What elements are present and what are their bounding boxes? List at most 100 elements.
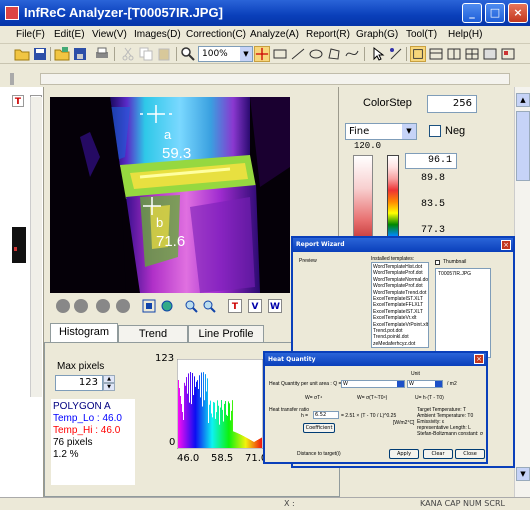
scale-value-input[interactable]: 96.1 (405, 153, 457, 169)
ellipse-tool-icon[interactable] (308, 46, 324, 62)
menu-help[interactable]: Help(H) (448, 29, 482, 40)
polygon-tool-icon[interactable] (326, 46, 342, 62)
splitter-handle[interactable] (10, 73, 14, 85)
thumbnail-checkbox[interactable] (435, 260, 440, 265)
view-mode-6-icon[interactable] (500, 46, 516, 62)
crosshair-point-icon[interactable] (254, 46, 270, 62)
palette-select[interactable]: Fine ▼ (345, 123, 417, 140)
chevron-down-icon[interactable]: ▼ (240, 47, 252, 61)
max-pixels-input[interactable]: 123 (55, 375, 103, 391)
menu-graph[interactable]: Graph(G) (356, 29, 398, 40)
frame-slider[interactable] (40, 73, 510, 85)
list-item[interactable]: ExcelTemplateFFLXLT (373, 302, 427, 308)
histogram-bar (212, 417, 213, 448)
histogram-bar (218, 405, 219, 448)
toolbar-separator (50, 47, 51, 61)
scroll-thumb[interactable] (516, 111, 530, 181)
voice-memo-icon[interactable]: V (248, 299, 262, 313)
print-icon[interactable] (94, 46, 110, 62)
histogram-bar (199, 375, 200, 448)
open-folder-icon[interactable] (14, 46, 30, 62)
zoom-in-icon[interactable] (184, 299, 198, 313)
zoom-select[interactable]: 100% ▼ (198, 46, 253, 62)
list-item[interactable]: WordTemplateProf.dot (373, 270, 427, 276)
zoom-icon[interactable] (180, 46, 196, 62)
close-icon[interactable]: × (501, 240, 511, 250)
menu-file[interactable]: File(F) (16, 29, 45, 40)
first-frame-icon[interactable] (56, 299, 70, 313)
view-mode-2-icon[interactable] (428, 46, 444, 62)
fit-image-icon[interactable] (142, 299, 156, 313)
tab-line-profile[interactable]: Line Profile (188, 325, 264, 343)
list-item[interactable]: zeMedaferhcyz.dot (373, 341, 427, 347)
edit-points-icon[interactable] (388, 46, 404, 62)
paste-icon[interactable] (156, 46, 172, 62)
menu-images[interactable]: Images(D) (134, 29, 181, 40)
zoom-out-icon[interactable] (202, 299, 216, 313)
open-image-icon[interactable] (54, 46, 70, 62)
templates-list[interactable]: WordTemplateHist.dot WordTemplateProf.do… (371, 262, 429, 348)
pointer-icon[interactable] (370, 46, 386, 62)
minimize-button[interactable]: _ (462, 3, 482, 23)
close-icon[interactable]: × (474, 354, 484, 364)
copy-icon[interactable] (138, 46, 154, 62)
chevron-down-icon[interactable]: ▼ (402, 124, 416, 139)
max-pixels-spinner[interactable]: ▲ ▼ (103, 375, 115, 391)
rectangle-tool-icon[interactable] (272, 46, 288, 62)
spin-down-icon[interactable]: ▼ (103, 383, 115, 391)
prev-frame-icon[interactable] (74, 299, 88, 313)
h-value-input[interactable]: 6.52 (313, 411, 339, 419)
image-thumbnail[interactable] (12, 227, 26, 263)
menu-report[interactable]: Report(R) (306, 29, 350, 40)
colorstep-input[interactable]: 256 (427, 95, 477, 113)
clear-button[interactable]: Clear (423, 449, 453, 459)
stop-icon[interactable] (96, 299, 110, 313)
histogram-bar (204, 400, 205, 448)
line-tool-icon[interactable] (290, 46, 306, 62)
chevron-down-icon[interactable] (435, 381, 442, 387)
apply-button[interactable]: Apply (389, 449, 419, 459)
close-button[interactable]: × (508, 3, 528, 23)
save-image-icon[interactable] (72, 46, 88, 62)
list-item[interactable]: T00057IR.JPG (438, 271, 471, 277)
w-memo-icon[interactable]: W (268, 299, 282, 313)
view-mode-4-icon[interactable] (464, 46, 480, 62)
menu-tool[interactable]: Tool(T) (406, 29, 437, 40)
view-mode-5-icon[interactable] (482, 46, 498, 62)
play-icon[interactable] (116, 299, 130, 313)
color-scale-bar (387, 155, 399, 237)
status-coords: X : (284, 499, 295, 508)
tab-trend[interactable]: Trend (118, 325, 188, 343)
menu-analyze[interactable]: Analyze(A) (250, 29, 299, 40)
save-icon[interactable] (32, 46, 48, 62)
app-icon[interactable] (5, 6, 19, 20)
left-scrollbar[interactable] (30, 97, 42, 397)
color-scale-slider[interactable] (353, 155, 373, 237)
menu-view[interactable]: View(V) (92, 29, 127, 40)
right-scrollbar[interactable]: ▲ ▼ (514, 87, 530, 497)
text-annotation-icon[interactable]: T (12, 95, 24, 107)
spin-up-icon[interactable]: ▲ (103, 375, 115, 383)
quantity-select[interactable]: W (341, 380, 405, 388)
view-mode-3-icon[interactable] (446, 46, 462, 62)
tab-histogram[interactable]: Histogram (50, 323, 118, 343)
list-item[interactable]: WordTemplateProf.dot (373, 283, 427, 289)
thumbnail-list[interactable]: T00057IR.JPG (435, 268, 491, 358)
menu-correction[interactable]: Correction(C) (186, 29, 246, 40)
maximize-button[interactable]: □ (485, 3, 505, 23)
text-memo-icon[interactable]: T (228, 299, 242, 313)
scroll-up-icon[interactable]: ▲ (516, 93, 530, 107)
chevron-down-icon[interactable] (397, 381, 404, 387)
neg-checkbox[interactable] (429, 125, 441, 137)
cut-icon[interactable] (120, 46, 136, 62)
rotate-icon[interactable] (160, 299, 174, 313)
view-mode-1-icon[interactable] (410, 46, 426, 62)
scroll-down-icon[interactable]: ▼ (516, 467, 530, 481)
menu-edit[interactable]: Edit(E) (54, 29, 85, 40)
close-button[interactable]: Close (455, 449, 485, 459)
coefficient-button[interactable]: Coefficient (303, 423, 335, 433)
hist-x-tick-1: 46.0 (177, 453, 200, 464)
unit-select[interactable]: W (407, 380, 443, 388)
freehand-tool-icon[interactable] (344, 46, 360, 62)
thermal-image[interactable]: a 59.3 b 71.6 (50, 97, 290, 293)
